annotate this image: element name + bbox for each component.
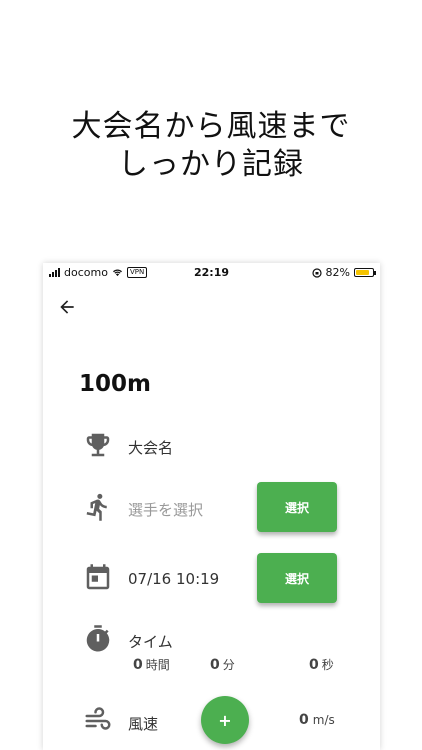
trophy-icon — [86, 433, 110, 457]
seconds-unit: 秒 — [321, 658, 334, 672]
tournament-row[interactable]: 大会名 — [83, 430, 343, 460]
calendar-icon — [86, 564, 110, 590]
datetime-row[interactable]: 07/16 10:19 — [83, 563, 243, 593]
back-arrow-icon[interactable] — [57, 297, 77, 317]
time-row: タイム — [83, 624, 243, 654]
hours-field[interactable]: 0 時間 — [133, 656, 170, 673]
seconds-value: 0 — [309, 657, 319, 673]
select-datetime-button[interactable]: 選択 — [257, 553, 337, 603]
player-placeholder: 選手を選択 — [128, 501, 204, 519]
hours-value: 0 — [133, 657, 143, 673]
minutes-unit: 分 — [222, 658, 235, 672]
datetime-value: 07/16 10:19 — [128, 570, 220, 588]
add-wind-button[interactable]: + — [201, 696, 249, 744]
runner-icon — [86, 493, 107, 521]
wind-icon — [85, 707, 111, 730]
hours-unit: 時間 — [145, 658, 170, 672]
player-row[interactable]: 選手を選択 — [83, 492, 243, 522]
phone-screen: docomo VPN 22:19 82% 100m 大会名 選手を選択 選択 0… — [43, 263, 380, 750]
promo-headline: 大会名から風速まで しっかり記録 — [0, 108, 422, 184]
wind-value: 0 — [299, 712, 309, 728]
headline-line-1: 大会名から風速まで — [71, 109, 351, 144]
status-bar: docomo VPN 22:19 82% — [43, 263, 380, 283]
wind-field[interactable]: 0 m/s — [299, 712, 335, 728]
seconds-field[interactable]: 0秒 — [309, 656, 334, 673]
event-title: 100m — [79, 371, 151, 397]
minutes-value: 0 — [210, 657, 220, 673]
tournament-label: 大会名 — [128, 439, 174, 457]
select-player-button[interactable]: 選択 — [257, 482, 337, 532]
stopwatch-icon — [86, 625, 110, 652]
wind-label: 風速 — [128, 715, 159, 733]
rotation-lock-icon — [311, 267, 322, 278]
headline-line-2: しっかり記録 — [118, 147, 304, 182]
wind-row: 風速 — [83, 706, 183, 736]
time-inputs: 0 時間 0分 0秒 — [43, 656, 380, 674]
time-label: タイム — [128, 633, 173, 651]
minutes-field[interactable]: 0分 — [210, 656, 235, 673]
battery-percent: 82% — [325, 266, 350, 279]
battery-icon — [354, 268, 376, 277]
wind-unit: m/s — [312, 713, 335, 727]
